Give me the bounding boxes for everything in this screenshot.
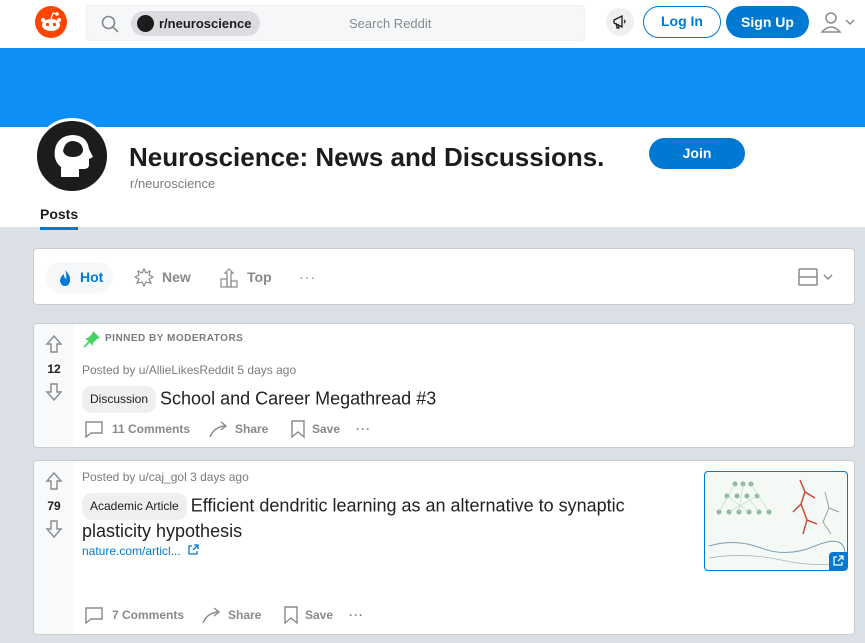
share-icon (202, 607, 221, 624)
post-card[interactable]: 12 PINNED BY MODERATORS Posted by u/Alli… (33, 323, 855, 448)
subreddit-icon (137, 15, 154, 32)
login-button[interactable]: Log In (643, 6, 721, 38)
search-bar[interactable]: r/neuroscience (86, 5, 585, 41)
share-label: Share (228, 608, 262, 622)
subreddit-filter-chip[interactable]: r/neuroscience (131, 11, 260, 36)
sort-new-label: New (162, 269, 191, 285)
user-menu-dropdown[interactable] (820, 10, 860, 36)
comments-button[interactable]: 11 Comments (84, 417, 190, 441)
comments-label: 11 Comments (112, 422, 191, 436)
save-button[interactable]: Save (290, 417, 340, 441)
post-link[interactable]: nature.com/articl... (82, 544, 199, 558)
downvote-icon[interactable] (45, 382, 63, 402)
post-thumbnail[interactable] (704, 471, 848, 571)
save-button[interactable]: Save (283, 603, 333, 627)
pin-icon (83, 331, 100, 348)
bookmark-icon (284, 606, 298, 625)
vote-column: 12 (34, 324, 74, 447)
comment-icon (85, 607, 103, 625)
view-layout-dropdown[interactable] (798, 267, 838, 289)
post-card[interactable]: 79 Posted by u/caj_gol 3 days ago Academ… (33, 460, 855, 635)
community-name: r/neuroscience (130, 176, 216, 191)
downvote-icon[interactable] (45, 519, 63, 539)
flame-icon (60, 270, 71, 286)
reddit-logo-icon[interactable] (35, 6, 67, 38)
megaphone-icon[interactable] (606, 8, 634, 36)
post-flair[interactable]: Discussion (82, 386, 157, 413)
share-icon (209, 421, 228, 438)
burst-icon (134, 268, 154, 288)
sort-new-button[interactable]: New (134, 262, 191, 293)
save-label: Save (312, 422, 341, 436)
post-more-button[interactable]: ··· (356, 417, 371, 441)
post-actions: 7 Comments Share Save ··· (84, 603, 404, 627)
post-more-button[interactable]: ··· (349, 603, 364, 627)
vote-score: 12 (47, 362, 61, 376)
signup-button[interactable]: Sign Up (726, 6, 809, 38)
comments-button[interactable]: 7 Comments (84, 603, 184, 627)
search-input[interactable] (349, 12, 569, 34)
post-title-text: School and Career Megathread #3 (160, 388, 437, 409)
post-flair[interactable]: Academic Article (82, 493, 187, 520)
dendrite-diagram-thumbnail (708, 479, 846, 565)
community-avatar (34, 118, 110, 194)
comment-icon (85, 421, 103, 439)
comments-label: 7 Comments (112, 608, 185, 622)
post-link-text: nature.com/articl... (82, 544, 181, 558)
sort-bar: Hot New Top ··· (33, 248, 855, 305)
search-icon (101, 15, 119, 33)
community-banner (0, 48, 865, 127)
vote-column: 79 (34, 461, 74, 634)
join-button[interactable]: Join (649, 138, 745, 169)
post-title[interactable]: Discussion School and Career Megathread #… (82, 386, 436, 413)
external-link-icon[interactable] (829, 552, 847, 570)
save-label: Save (305, 608, 334, 622)
upvote-icon[interactable] (45, 471, 63, 491)
sort-hot-button[interactable]: Hot (46, 262, 114, 293)
vote-score: 79 (47, 499, 61, 513)
tab-posts[interactable]: Posts (40, 206, 79, 230)
podium-icon (220, 268, 238, 288)
share-button[interactable]: Share (209, 417, 268, 441)
sort-top-label: Top (247, 269, 272, 285)
top-nav: r/neuroscience Log In Sign Up (0, 0, 865, 48)
sort-hot-label: Hot (80, 269, 104, 285)
bookmark-icon (291, 420, 305, 439)
post-meta[interactable]: Posted by u/caj_gol 3 days ago (82, 470, 249, 484)
head-silhouette-icon (54, 135, 93, 177)
post-title[interactable]: Academic Article Efficient dendritic lear… (82, 493, 682, 543)
post-actions: 11 Comments Share Save ··· (84, 417, 404, 441)
user-icon (820, 12, 842, 33)
sort-top-button[interactable]: Top (219, 262, 272, 293)
pinned-text: PINNED BY MODERATORS (105, 333, 244, 344)
share-label: Share (235, 422, 269, 436)
chevron-down-icon (823, 274, 833, 281)
community-title: Neuroscience: News and Discussions. (129, 142, 605, 172)
post-meta[interactable]: Posted by u/AllieLikesReddit 5 days ago (82, 363, 296, 377)
share-button[interactable]: Share (202, 603, 261, 627)
card-layout-icon (798, 268, 818, 286)
pinned-label: PINNED BY MODERATORS (83, 331, 244, 348)
sort-more-button[interactable]: ··· (299, 262, 316, 293)
subreddit-chip-label: r/neuroscience (159, 16, 252, 31)
external-link-icon (188, 544, 199, 555)
upvote-icon[interactable] (45, 334, 63, 354)
chevron-down-icon (845, 19, 855, 26)
